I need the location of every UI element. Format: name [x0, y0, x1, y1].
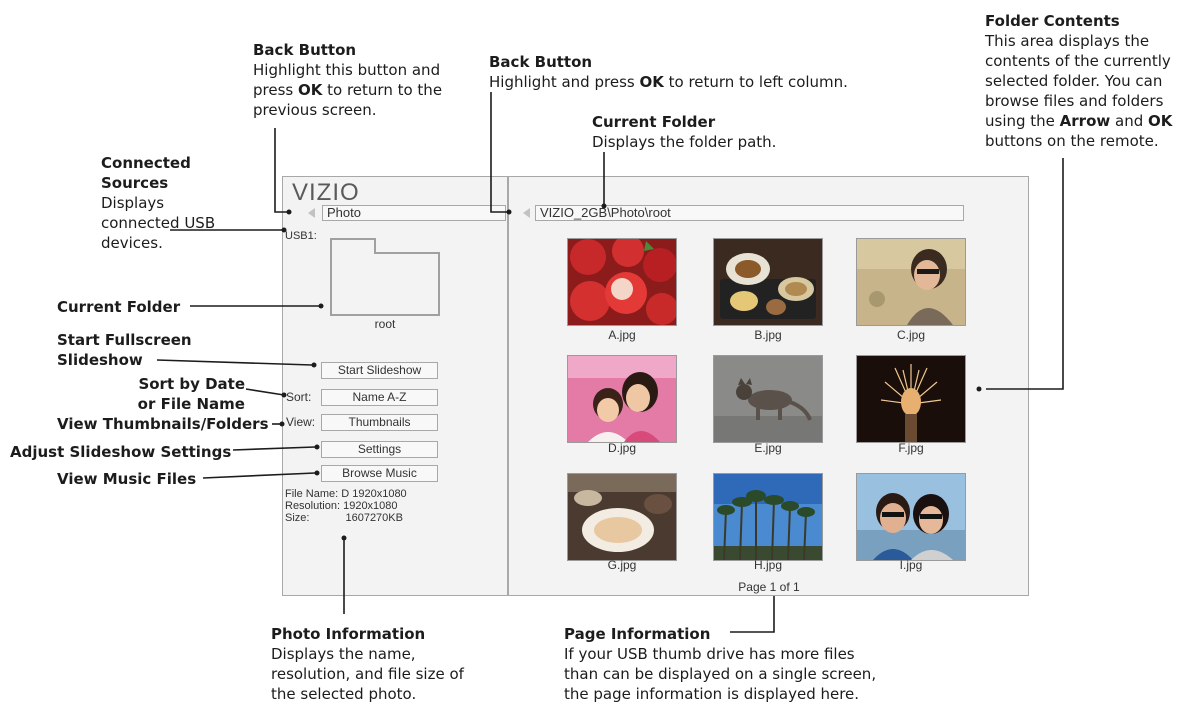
thumbnail-c-label: C.jpg [896, 328, 925, 342]
photo-info: File Name: D 1920x1080 Resolution: 1920x… [285, 488, 407, 524]
thumbnail-f[interactable] [856, 355, 966, 443]
couple-image [857, 474, 965, 560]
callout-desc: Displays the folder path. [592, 133, 777, 151]
sort-key: Sort: [286, 390, 312, 404]
photo-information-callout: Photo Information Displays the name, res… [271, 624, 471, 704]
callout-title: Back Button [489, 53, 593, 71]
current-folder-label: Current Folder [57, 298, 181, 316]
back-left-icon[interactable] [308, 208, 315, 218]
back-button-left-callout: Back Button Highlight this button and pr… [253, 40, 473, 120]
callout-title: Sources [101, 174, 169, 192]
usb-source-label: USB1: [285, 230, 317, 242]
settings-label: Adjust Slideshow Settings [10, 443, 232, 461]
cat-image [714, 356, 822, 442]
start-fullscreen-label: Start Fullscreen Slideshow [57, 331, 192, 369]
thumbnail-i-label: I.jpg [899, 558, 923, 572]
callout-desc: This area displays the contents of the c… [985, 32, 1173, 150]
palm-trees-image [714, 474, 822, 560]
thumbnail-h[interactable] [713, 473, 823, 561]
photo-size: Size: 1607270KB [285, 512, 403, 524]
sort-button[interactable]: Name A-Z [321, 389, 438, 406]
view-button[interactable]: Thumbnails [321, 414, 438, 431]
back-button-right-callout: Back Button Highlight and press OK to re… [489, 52, 909, 92]
sort-label: Sort by Date or File Name [137, 375, 245, 413]
callout-desc: Highlight and press OK to return to left… [489, 73, 848, 91]
settings-button[interactable]: Settings [321, 441, 438, 458]
thumbnail-g-label: G.jpg [607, 558, 637, 572]
leader-sort [245, 388, 285, 396]
callout-title: Photo Information [271, 625, 426, 643]
callout-title: Connected [101, 154, 191, 172]
back-right-icon[interactable] [523, 208, 530, 218]
callout-desc: If your USB thumb drive has more files t… [564, 645, 877, 703]
vizio-logo: VIZIO [292, 179, 360, 206]
folder-icon[interactable] [329, 237, 441, 317]
column-divider [507, 177, 509, 595]
photo-file-name: File Name: D 1920x1080 [285, 488, 407, 500]
folder-contents-callout: Folder Contents This area displays the c… [985, 11, 1197, 151]
media-browser-screen: VIZIO Photo VIZIO_2GB\Photo\root USB1: r… [282, 176, 1029, 596]
food-plates-image [714, 239, 822, 325]
thumbnail-b[interactable] [713, 238, 823, 326]
view-key: View: [286, 415, 316, 429]
page-information-callout: Page Information If your USB thumb drive… [564, 624, 884, 704]
thumbnail-b-label: B.jpg [754, 328, 782, 342]
thumbnail-i[interactable] [856, 473, 966, 561]
start-slideshow-button[interactable]: Start Slideshow [321, 362, 438, 379]
woman-sunglasses-image [857, 239, 965, 325]
thumbnail-f-label: F.jpg [898, 441, 924, 455]
connected-sources-callout: Connected Sources Displays connected USB… [101, 153, 241, 253]
callout-desc: Displays the name, resolution, and file … [271, 645, 464, 703]
folder-name: root [374, 317, 396, 331]
music-label: View Music Files [57, 470, 197, 488]
callout-title: Current Folder [592, 113, 716, 131]
callout-desc: Displays connected USB devices. [101, 194, 216, 252]
thumbnail-h-label: H.jpg [753, 558, 782, 572]
thumbnail-d[interactable] [567, 355, 677, 443]
page-info: Page 1 of 1 [738, 580, 800, 594]
meal-image [568, 474, 676, 560]
browse-music-button[interactable]: Browse Music [321, 465, 438, 482]
strawberries-image [568, 239, 676, 325]
thumbnail-e[interactable] [713, 355, 823, 443]
fireworks-image [857, 356, 965, 442]
callout-desc: Highlight this button and press OK to re… [253, 61, 443, 119]
photo-resolution: Resolution: 1920x1080 [285, 500, 398, 512]
callout-title: Folder Contents [985, 12, 1120, 30]
callout-title: Page Information [564, 625, 711, 643]
thumbnail-c[interactable] [856, 238, 966, 326]
thumbnail-a-label: A.jpg [608, 328, 636, 342]
left-path-bar: Photo [322, 205, 506, 221]
right-path-bar: VIZIO_2GB\Photo\root [535, 205, 964, 221]
current-folder-path-callout: Current Folder Displays the folder path. [592, 112, 852, 152]
thumbnail-e-label: E.jpg [754, 441, 782, 455]
thumbnail-a[interactable] [567, 238, 677, 326]
view-label: View Thumbnails/Folders [57, 415, 269, 433]
callout-title: Back Button [253, 41, 357, 59]
thumbnail-d-label: D.jpg [607, 441, 636, 455]
thumbnail-g[interactable] [567, 473, 677, 561]
children-image [568, 356, 676, 442]
